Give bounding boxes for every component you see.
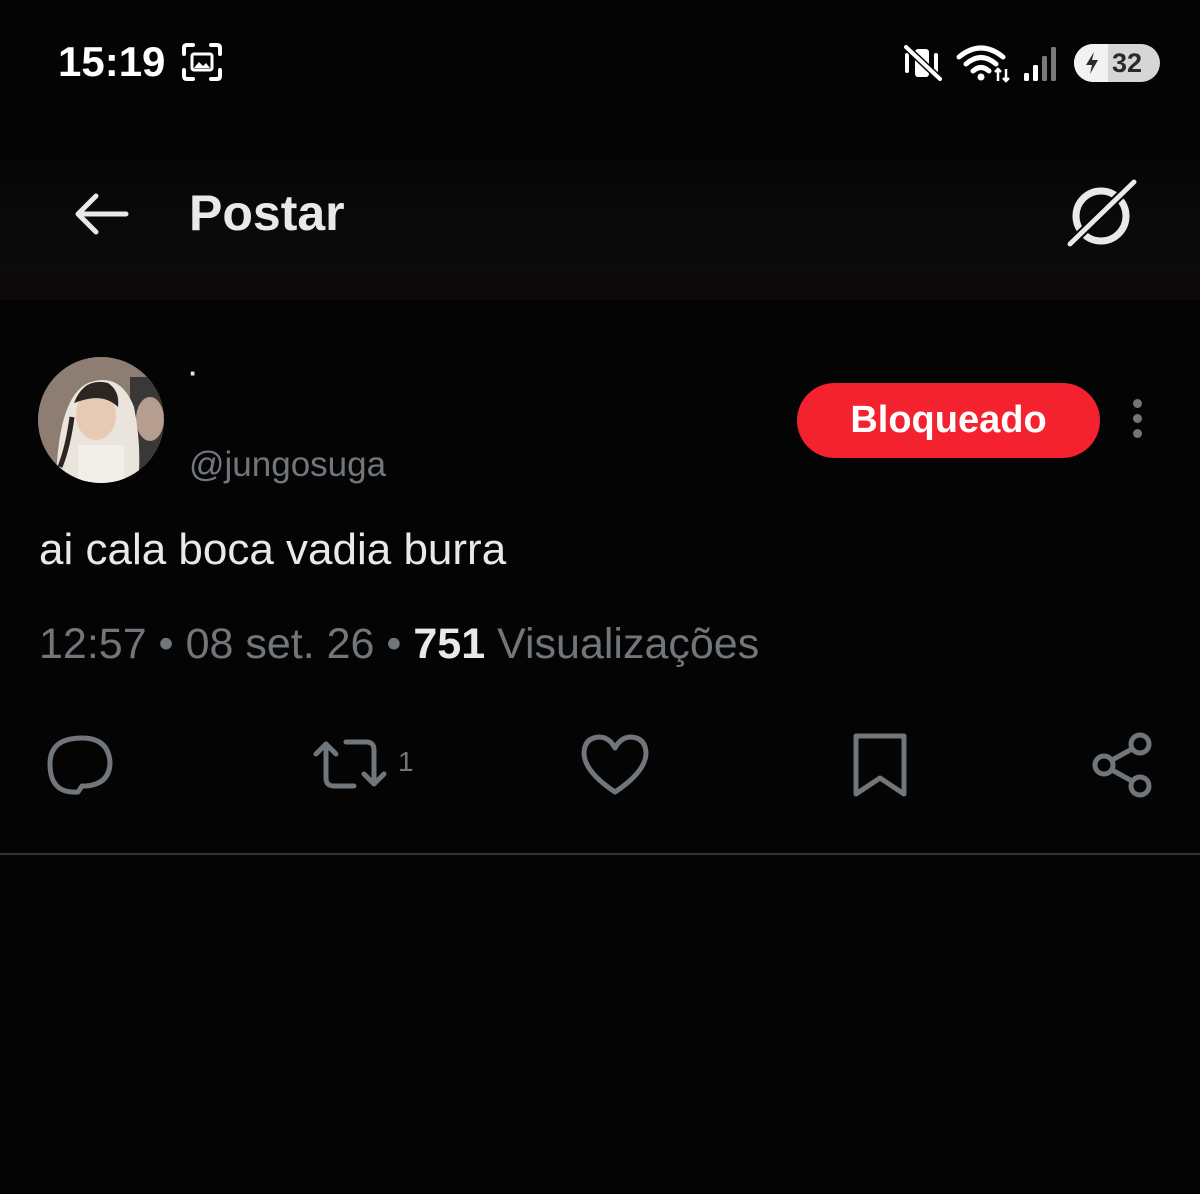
avatar-photo — [38, 357, 164, 483]
reply-icon — [47, 735, 113, 795]
user-handle[interactable]: @jungosuga — [189, 445, 386, 485]
post-metadata: 12:57 • 08 set. 26 • 751 Visualizações — [39, 620, 759, 669]
arrow-left-icon[interactable] — [70, 190, 130, 238]
charging-bolt-icon — [1086, 52, 1098, 74]
status-time: 15:19 — [58, 38, 166, 85]
signal-icon — [1024, 47, 1056, 81]
share-button[interactable] — [1088, 730, 1166, 800]
repost-icon — [313, 739, 387, 789]
meta-separator: • — [374, 620, 414, 668]
battery-indicator: 32 — [1074, 44, 1160, 82]
bookmark-button[interactable] — [848, 730, 920, 800]
divider — [0, 853, 1200, 855]
post-action-bar: 1 — [0, 730, 1200, 810]
page-title: Postar — [189, 185, 345, 241]
wifi-icon — [956, 45, 1010, 83]
repost-button[interactable]: 1 — [310, 730, 414, 800]
grok-icon[interactable] — [1064, 176, 1140, 252]
share-icon — [1092, 732, 1152, 798]
avatar[interactable] — [38, 357, 164, 483]
vibrate-mute-icon — [903, 44, 943, 82]
bookmark-icon — [853, 733, 907, 797]
display-name[interactable]: · — [189, 358, 198, 389]
heart-icon — [581, 734, 649, 795]
post-text: ai cala boca vadia burra — [39, 525, 507, 574]
views-label[interactable]: Visualizações — [485, 620, 759, 668]
post-date: 08 set. 26 — [185, 620, 375, 668]
status-icons: 32 — [890, 40, 1160, 86]
blocked-button[interactable]: Bloqueado — [797, 383, 1100, 458]
screen-recorder-icon — [182, 43, 222, 81]
reply-button[interactable] — [46, 730, 124, 800]
post-time: 12:57 — [39, 620, 147, 668]
status-bar: 15:19 32 — [0, 0, 1200, 130]
battery-level: 32 — [1111, 47, 1143, 78]
top-app-bar: Postar — [0, 140, 1200, 300]
like-button[interactable] — [579, 730, 659, 800]
views-count[interactable]: 751 — [413, 620, 485, 668]
repost-count: 1 — [398, 746, 414, 777]
more-options-icon[interactable] — [1122, 395, 1152, 445]
meta-separator: • — [146, 620, 186, 668]
